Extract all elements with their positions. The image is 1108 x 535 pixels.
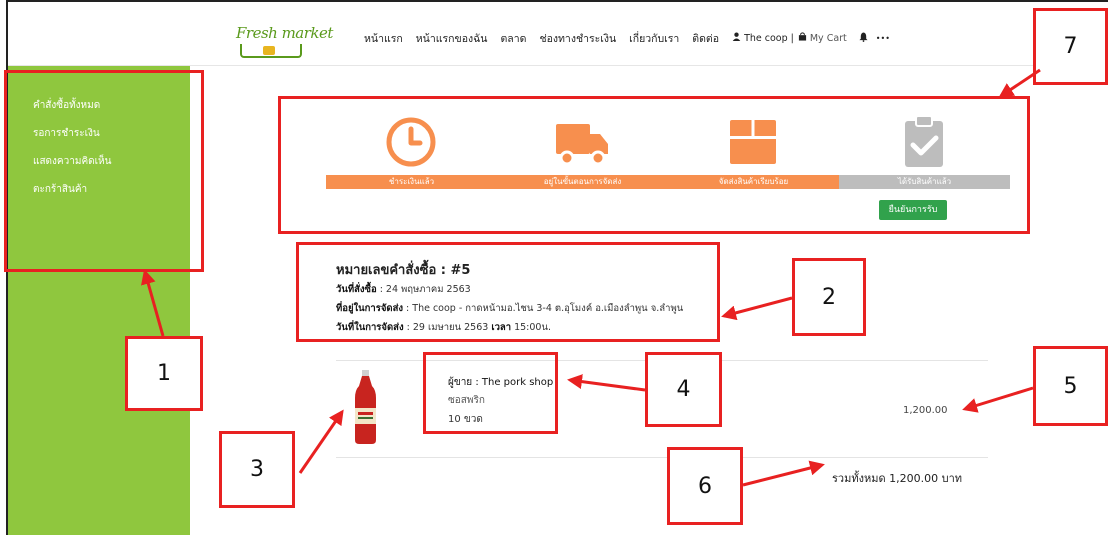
annotation-label-7: 7	[1033, 8, 1108, 85]
highlight-box-order	[296, 242, 720, 342]
nav-about[interactable]: เกี่ยวกับเรา	[629, 30, 679, 47]
main-nav: หน้าแรก หน้าแรกของฉัน ตลาด ช่องทางชำระเง…	[364, 29, 903, 47]
more-icon[interactable]: •••	[876, 34, 890, 43]
annotation-label-3: 3	[219, 431, 295, 508]
bell-icon[interactable]	[859, 32, 868, 45]
nav-payment[interactable]: ช่องทางชำระเงิน	[539, 30, 616, 47]
annotation-label-4: 4	[645, 352, 722, 427]
cart-icon	[798, 32, 807, 44]
annotation-label-2: 2	[792, 258, 866, 336]
highlight-box-seller	[423, 352, 558, 434]
annotation-label-1: 1	[125, 336, 203, 411]
nav-my-home[interactable]: หน้าแรกของฉัน	[416, 30, 488, 47]
nav-market[interactable]: ตลาด	[500, 30, 526, 47]
logo-text: Fresh market	[236, 24, 333, 42]
highlight-box-sidebar	[4, 70, 204, 272]
order-total: รวมทั้งหมด 1,200.00 บาท	[832, 472, 962, 485]
item-price: 1,200.00	[903, 405, 948, 416]
annotation-label-6: 6	[667, 447, 743, 525]
user-menu[interactable]: The coop |	[744, 33, 794, 44]
product-image[interactable]	[340, 368, 390, 448]
my-cart-link[interactable]: My Cart	[810, 33, 847, 44]
logo[interactable]: Fresh market	[236, 24, 333, 66]
nav-contact[interactable]: ติดต่อ	[692, 30, 719, 47]
annotation-label-5: 5	[1033, 346, 1108, 426]
divider	[336, 457, 988, 458]
user-icon	[732, 32, 741, 44]
nav-home[interactable]: หน้าแรก	[364, 30, 403, 47]
highlight-box-progress	[278, 96, 1030, 234]
logo-box-icon	[263, 46, 275, 55]
